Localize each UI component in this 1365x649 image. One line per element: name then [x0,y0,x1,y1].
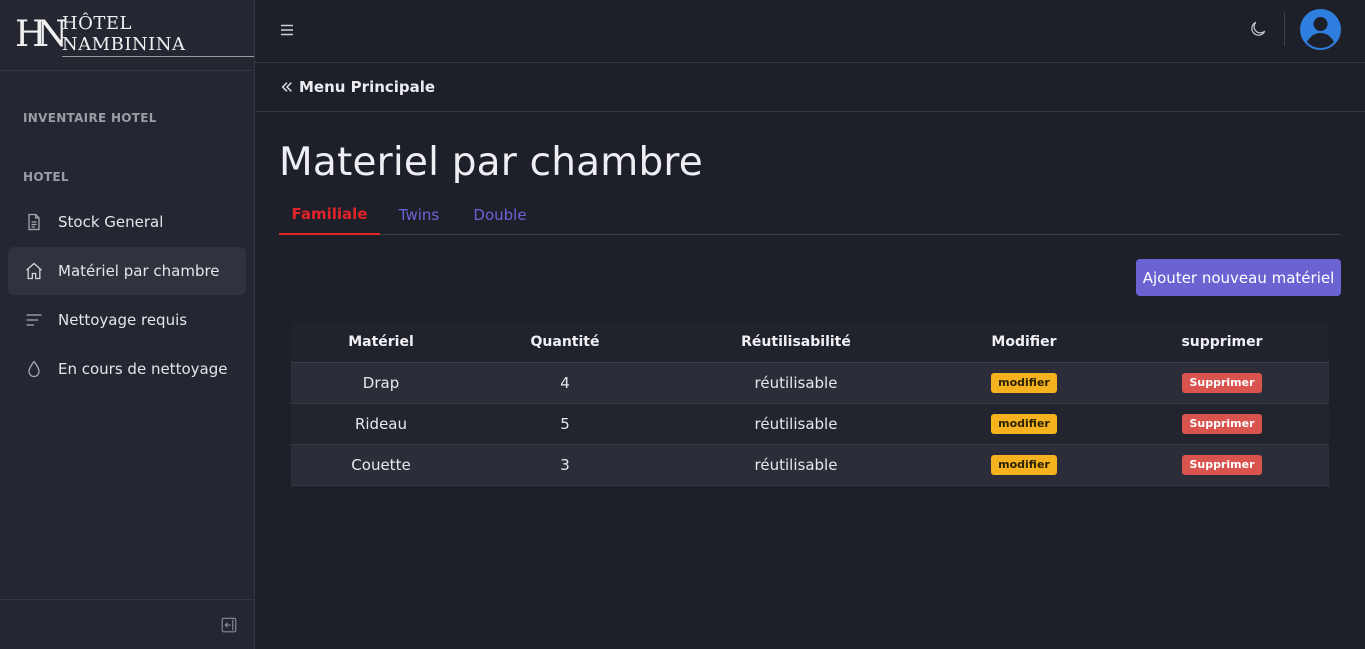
delete-button[interactable]: Supprimer [1182,373,1262,393]
collapse-sidebar-icon[interactable] [220,616,238,634]
edit-button[interactable]: modifier [991,414,1057,434]
brand-name: HÔTEL NAMBININA [61,13,254,57]
sidebar-section-hotel: HOTEL [23,170,69,184]
column-header-modifier: Modifier [933,322,1115,363]
cell-modifier: modifier [933,403,1115,445]
topbar [255,0,1365,63]
add-material-button[interactable]: Ajouter nouveau matériel [1136,259,1341,296]
cell-reutilisabilite: réutilisable [659,362,933,404]
brand-logo[interactable]: HN HÔTEL NAMBININA [0,0,254,71]
cell-materiel: Rideau [291,403,471,445]
delete-button[interactable]: Supprimer [1182,455,1262,475]
sidebar-section-inventaire: INVENTAIRE HOTEL [23,111,157,125]
column-header-reutilisabilite: Réutilisabilité [659,322,933,363]
cell-modifier: modifier [933,362,1115,404]
droplet-icon [28,360,40,378]
edit-button[interactable]: modifier [991,373,1057,393]
sidebar-item-materiel-par-chambre[interactable]: Matériel par chambre [8,247,246,295]
tab-familiale[interactable]: Familiale [279,194,380,235]
sidebar-footer [0,599,254,649]
home-icon [26,262,42,280]
menu-icon[interactable] [279,22,295,38]
cell-quantite: 4 [471,362,659,404]
cell-supprimer: Supprimer [1115,362,1329,404]
avatar[interactable] [1300,9,1341,50]
sidebar-nav: Stock General Matériel par chambre Netto… [0,198,254,393]
column-header-materiel: Matériel [291,322,471,363]
table-row: Couette 3 réutilisable modifier Supprime… [291,444,1329,486]
sidebar-item-label: Stock General [58,213,164,231]
edit-button[interactable]: modifier [991,455,1057,475]
sidebar-item-nettoyage-requis[interactable]: Nettoyage requis [8,296,246,344]
brand-monogram: HN [15,14,68,55]
table-row: Rideau 5 réutilisable modifier Supprimer [291,403,1329,445]
double-chevron-left-icon [281,82,292,92]
cell-modifier: modifier [933,444,1115,486]
topbar-divider [1284,13,1285,46]
sidebar-item-label: En cours de nettoyage [58,360,228,378]
sidebar-item-en-cours-de-nettoyage[interactable]: En cours de nettoyage [8,345,246,393]
sidebar-item-label: Nettoyage requis [58,311,188,329]
page-title: Materiel par chambre [279,140,703,185]
table-header-row: Matériel Quantité Réutilisabilité Modifi… [291,322,1329,363]
cell-materiel: Couette [291,444,471,486]
cell-supprimer: Supprimer [1115,444,1329,486]
breadcrumb-label: Menu Principale [299,78,436,96]
moon-icon[interactable] [1248,19,1268,39]
document-icon [28,213,40,231]
cell-reutilisabilite: réutilisable [659,403,933,445]
lines-icon [26,314,42,326]
sidebar-item-label: Matériel par chambre [58,262,220,280]
sidebar-item-stock-general[interactable]: Stock General [8,198,246,246]
cell-quantite: 5 [471,403,659,445]
delete-button[interactable]: Supprimer [1182,414,1262,434]
cell-materiel: Drap [291,362,471,404]
room-type-tabs: Familiale Twins Double [279,194,1341,235]
cell-reutilisabilite: réutilisable [659,444,933,486]
materials-table: Matériel Quantité Réutilisabilité Modifi… [291,322,1329,486]
column-header-quantite: Quantité [471,322,659,363]
sidebar: HN HÔTEL NAMBININA INVENTAIRE HOTEL HOTE… [0,0,255,649]
table-row: Drap 4 réutilisable modifier Supprimer [291,362,1329,404]
cell-quantite: 3 [471,444,659,486]
cell-supprimer: Supprimer [1115,403,1329,445]
tab-twins[interactable]: Twins [380,194,458,235]
breadcrumb[interactable]: Menu Principale [255,63,1365,112]
column-header-supprimer: supprimer [1115,322,1329,363]
tab-double[interactable]: Double [458,194,542,235]
